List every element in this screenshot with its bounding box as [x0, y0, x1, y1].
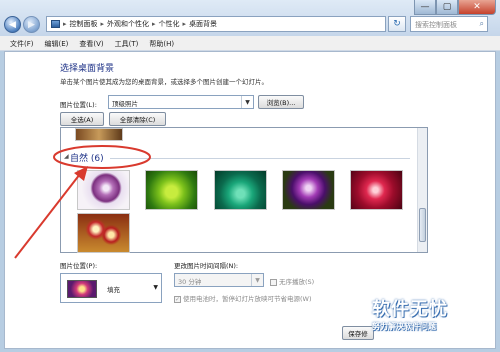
battery-label: 使用电池时，暂停幻灯片放映可节省电源(W) [183, 295, 312, 303]
shuffle-label: 无序播放(S) [279, 278, 315, 286]
watermark-subtitle: 努力解决软件问题 [372, 322, 436, 331]
battery-checkbox[interactable]: ✓ 使用电池时，暂停幻灯片放映可节省电源(W) [174, 293, 312, 303]
interval-label: 更改图片时间间隔(N): [174, 262, 239, 270]
chevron-down-icon: ▼ [251, 274, 263, 286]
position-label: 图片位置(P): [60, 262, 98, 270]
position-select[interactable]: 填充 ▼ [60, 273, 162, 303]
highlight-ellipse [53, 145, 151, 169]
position-value: 填充 [107, 286, 120, 294]
interval-value: 30 分钟 [178, 278, 202, 286]
chevron-down-icon: ▼ [153, 284, 158, 291]
fill-preview-icon [67, 280, 97, 298]
checked-checkbox-icon: ✓ [174, 295, 181, 303]
shuffle-checkbox[interactable]: 无序播放(S) [270, 276, 314, 286]
watermark: 软件无忧 努力解决软件问题 [372, 295, 448, 332]
save-changes-button[interactable]: 保存修 [342, 326, 374, 340]
interval-select[interactable]: 30 分钟 ▼ [174, 273, 264, 287]
watermark-title: 软件无忧 [372, 299, 448, 320]
annotation-arrow-line [14, 173, 81, 259]
checkbox-icon [270, 278, 277, 286]
